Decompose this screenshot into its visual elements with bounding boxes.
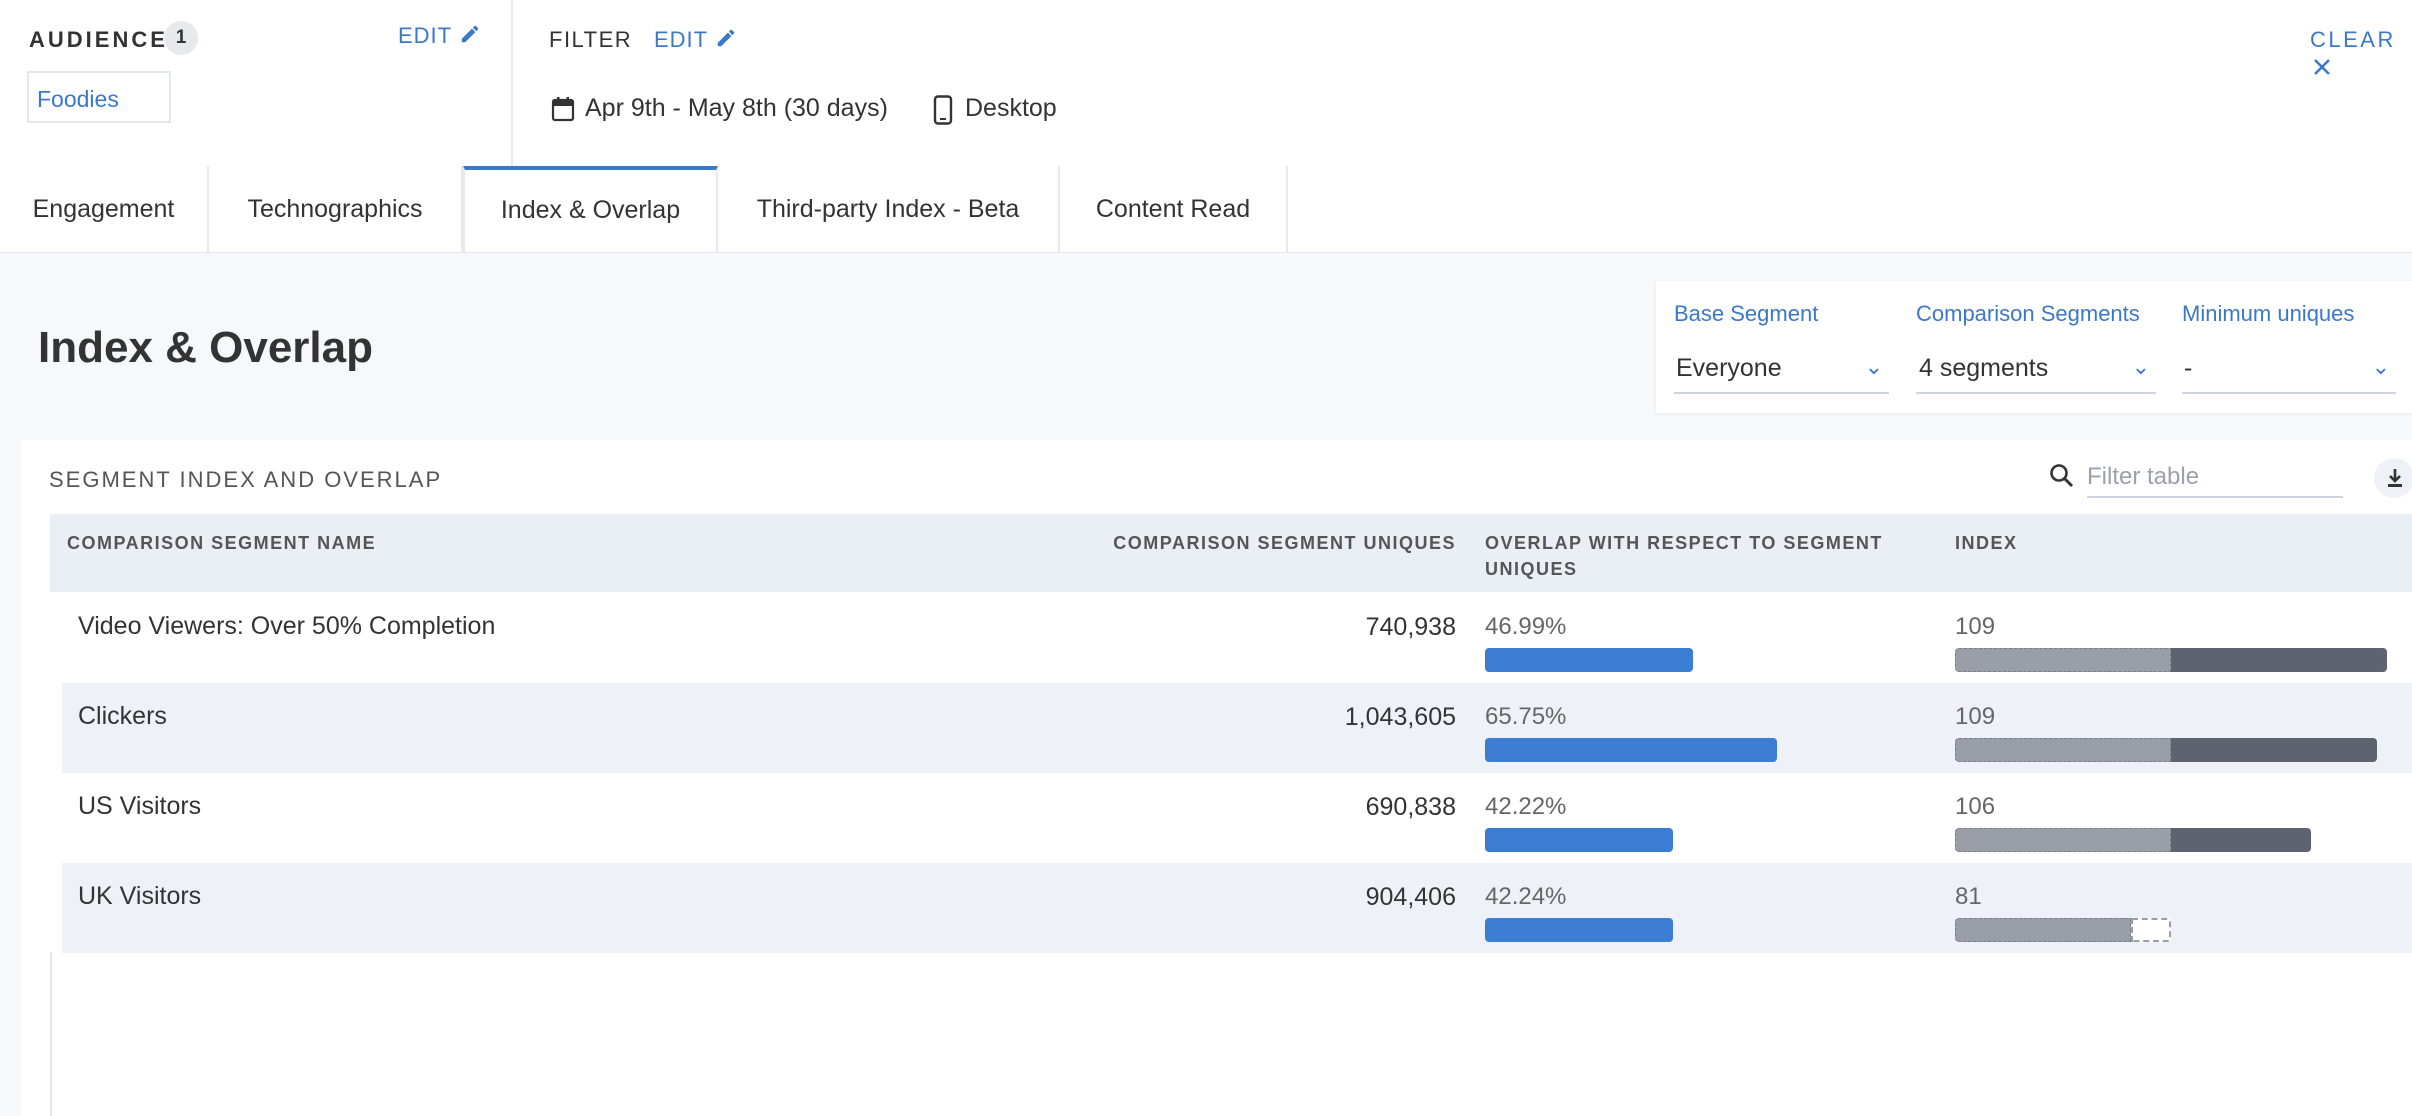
overlap-percent: 42.22%	[1485, 793, 1567, 820]
header-index[interactable]: INDEX	[1955, 533, 2018, 554]
header-overlap-line2: UNIQUES	[1485, 559, 1578, 579]
table-row[interactable]: UK Visitors 904,406 42.24% 81	[62, 863, 2412, 953]
header-segment-uniques[interactable]: COMPARISON SEGMENT UNIQUES	[1000, 533, 1456, 554]
index-bar-base	[1955, 828, 2171, 852]
segment-uniques: 740,938	[1365, 613, 1456, 641]
comparison-segments-value: 4 segments	[1919, 354, 2049, 382]
tab-third-party-index[interactable]: Third-party Index - Beta	[718, 166, 1060, 252]
calendar-icon	[551, 96, 575, 127]
base-segment-select[interactable]: Everyone ⌄	[1674, 348, 1889, 394]
filter-date-range[interactable]: Apr 9th - May 8th (30 days)	[585, 94, 888, 123]
overlap-bar	[1485, 738, 1777, 762]
table-title: SEGMENT INDEX AND OVERLAP	[49, 467, 443, 492]
index-bar-above	[2171, 648, 2387, 672]
filter-edit-link[interactable]: EDIT	[654, 27, 737, 55]
index-value: 109	[1955, 613, 1996, 640]
index-bar-above	[2171, 828, 2311, 852]
segment-uniques: 690,838	[1365, 793, 1456, 821]
audience-edit-link[interactable]: EDIT	[398, 23, 481, 51]
segment-name: UK Visitors	[78, 882, 202, 910]
clear-label: CLEAR	[2310, 27, 2396, 52]
clear-button[interactable]: CLEAR	[2310, 27, 2412, 79]
header-divider	[511, 0, 513, 166]
index-bar-base	[1955, 648, 2171, 672]
audience-title: AUDIENCE	[29, 27, 168, 52]
header-segment-name[interactable]: COMPARISON SEGMENT NAME	[67, 533, 376, 554]
filter-table-input[interactable]	[2087, 458, 2343, 498]
tab-content-read[interactable]: Content Read	[1060, 166, 1288, 252]
overlap-percent: 42.24%	[1485, 883, 1567, 910]
segment-uniques: 904,406	[1365, 883, 1456, 911]
index-bar-base	[1955, 738, 2171, 762]
tab-technographics[interactable]: Technographics	[209, 166, 463, 252]
search-icon	[2049, 463, 2075, 494]
mobile-device-icon	[933, 95, 953, 130]
table-row[interactable]: Video Viewers: Over 50% Completion 740,9…	[62, 593, 2412, 683]
page-title: Index & Overlap	[38, 323, 374, 372]
comparison-segments-label: Comparison Segments	[1916, 301, 2140, 326]
overlap-bar	[1485, 918, 1673, 942]
index-value: 81	[1955, 883, 1982, 910]
index-bar-base	[1955, 918, 2131, 942]
minimum-uniques-select[interactable]: - ⌄	[2182, 348, 2396, 394]
header-overlap[interactable]: OVERLAP WITH RESPECT TO SEGMENT UNIQUES	[1485, 533, 1883, 580]
overlap-bar	[1485, 648, 1693, 672]
chevron-down-icon: ⌄	[2131, 354, 2150, 379]
segment-name: US Visitors	[78, 792, 202, 820]
minimum-uniques-label: Minimum uniques	[2182, 301, 2355, 326]
base-segment-value: Everyone	[1676, 354, 1782, 382]
tab-bar: Engagement Technographics Index & Overla…	[0, 166, 2412, 254]
overlap-percent: 46.99%	[1485, 613, 1567, 640]
segment-name: Clickers	[78, 702, 167, 730]
filter-edit-label: EDIT	[654, 27, 708, 52]
tab-index-overlap[interactable]: Index & Overlap	[463, 166, 718, 252]
download-icon	[2385, 467, 2405, 494]
audience-count-badge: 1	[164, 21, 198, 55]
audience-edit-label: EDIT	[398, 23, 452, 48]
base-segment-label: Base Segment	[1674, 301, 1819, 326]
tab-engagement[interactable]: Engagement	[0, 166, 209, 252]
filter-title: FILTER	[549, 27, 633, 52]
index-bar-below	[2131, 918, 2171, 942]
index-value: 109	[1955, 703, 1996, 730]
comparison-segments-select[interactable]: 4 segments ⌄	[1916, 348, 2156, 394]
segment-uniques: 1,043,605	[1344, 703, 1456, 731]
filter-device[interactable]: Desktop	[965, 94, 1057, 123]
table-row[interactable]: US Visitors 690,838 42.22% 106	[62, 773, 2412, 863]
segment-name: Video Viewers: Over 50% Completion	[78, 612, 496, 640]
chevron-down-icon: ⌄	[2371, 354, 2390, 379]
chevron-down-icon: ⌄	[1864, 354, 1883, 379]
pencil-icon	[459, 23, 481, 51]
pencil-icon	[715, 27, 737, 55]
index-bar-above	[2171, 738, 2377, 762]
table-row[interactable]: Clickers 1,043,605 65.75% 109	[62, 683, 2412, 773]
header-overlap-line1: OVERLAP WITH RESPECT TO SEGMENT	[1485, 533, 1883, 553]
close-icon	[2312, 53, 2332, 78]
header	[0, 0, 2412, 168]
table-left-border	[50, 952, 52, 1116]
audience-chip[interactable]: Foodies	[27, 71, 171, 123]
download-button[interactable]	[2374, 458, 2412, 498]
minimum-uniques-value: -	[2184, 354, 2193, 382]
overlap-bar	[1485, 828, 1673, 852]
index-value: 106	[1955, 793, 1996, 820]
overlap-percent: 65.75%	[1485, 703, 1567, 730]
